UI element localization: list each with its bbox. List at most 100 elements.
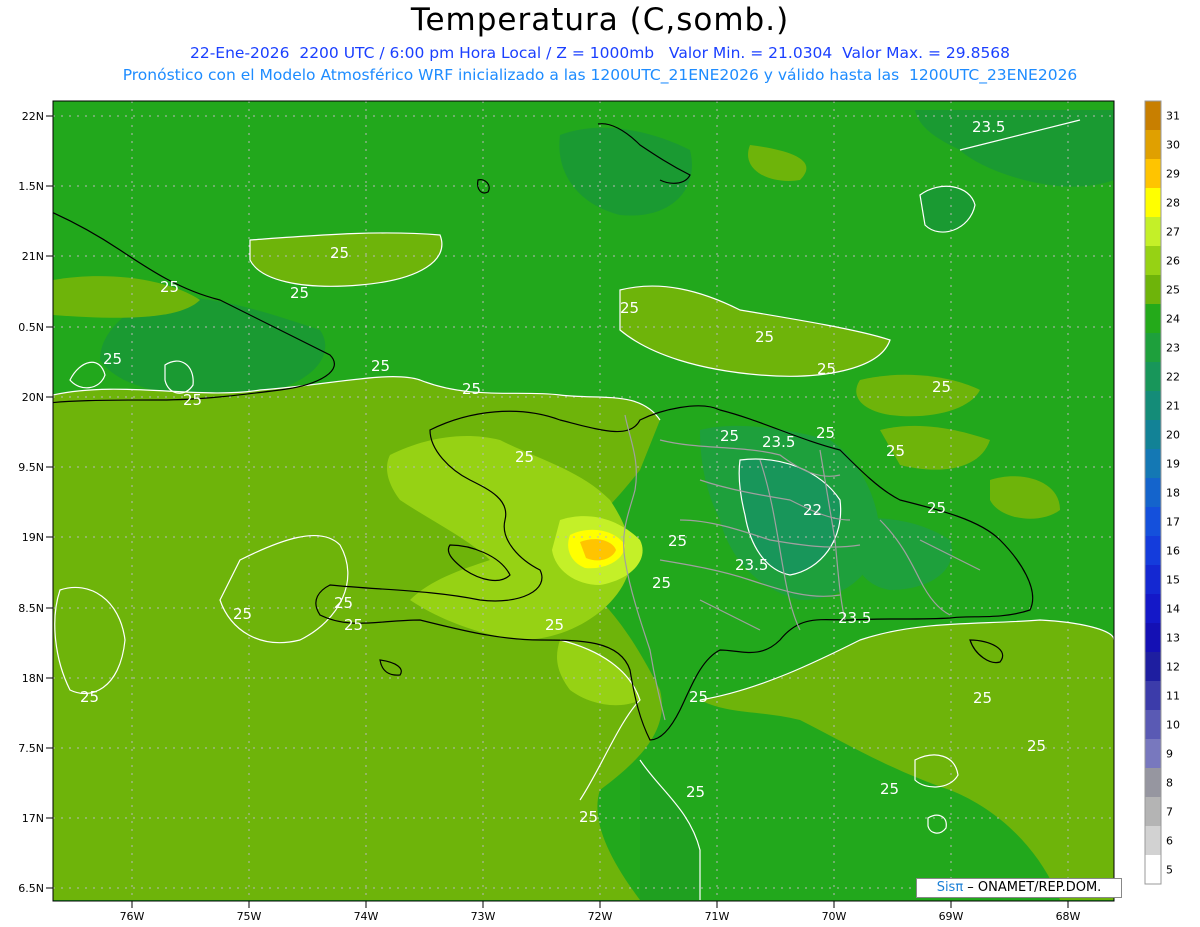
contour-label: 25	[652, 574, 671, 592]
contour-label: 25	[880, 780, 899, 798]
colorbar: 31 30 29 28 27 26 25 24 23 22 21 20 19 18 17 16 15 14 13 12…	[1144, 100, 1180, 885]
colorbar-label: 8	[1166, 777, 1173, 790]
colorbar-swatch	[1145, 217, 1161, 246]
colorbar-label: 20	[1166, 429, 1180, 442]
contour-label: 25	[330, 244, 349, 262]
contour-label: 25	[579, 808, 598, 826]
colorbar-label: 28	[1166, 197, 1180, 210]
colorbar-label: 18	[1166, 487, 1180, 500]
lon-tick-label: 76W	[120, 910, 145, 923]
colorbar-label: 19	[1166, 458, 1180, 471]
longitude-axis: 76W 75W 74W 73W 72W 71W 70W 69W 68W	[120, 901, 1081, 923]
lat-tick-label: 22N	[22, 110, 44, 123]
colorbar-label: 29	[1166, 168, 1180, 181]
colorbar-label: 31	[1166, 110, 1180, 123]
colorbar-label: 16	[1166, 545, 1180, 558]
lat-tick-label: 21N	[22, 250, 44, 263]
lat-tick-label: 18N	[22, 672, 44, 685]
colorbar-swatch	[1145, 333, 1161, 362]
contour-label: 25	[1027, 737, 1046, 755]
contour-label: 23.5	[838, 609, 871, 627]
contour-label: 23.5	[735, 556, 768, 574]
contour-label: 25	[668, 532, 687, 550]
colorbar-label: 15	[1166, 574, 1180, 587]
lat-tick-label: 17N	[22, 812, 44, 825]
contour-label: 25	[290, 284, 309, 302]
colorbar-swatch	[1145, 275, 1161, 304]
colorbar-label: 10	[1166, 719, 1180, 732]
lat-tick-label: 6.5N	[18, 882, 44, 895]
colorbar-swatch	[1145, 420, 1161, 449]
contour-label: 25	[334, 594, 353, 612]
contour-label: 25	[233, 605, 252, 623]
colorbar-label: 17	[1166, 516, 1180, 529]
colorbar-swatch	[1145, 246, 1161, 275]
colorbar-swatch	[1145, 710, 1161, 739]
lat-tick-label: 9.5N	[18, 461, 44, 474]
lon-tick-label: 75W	[237, 910, 262, 923]
colorbar-swatch	[1145, 652, 1161, 681]
contour-label: 25	[886, 442, 905, 460]
colorbar-swatch	[1145, 739, 1161, 768]
contour-label: 25	[755, 328, 774, 346]
lat-tick-label: 8.5N	[18, 602, 44, 615]
lat-tick-label: 7.5N	[18, 742, 44, 755]
contour-label: 25	[689, 688, 708, 706]
contour-label: 25	[183, 391, 202, 409]
contour-label: 25	[344, 616, 363, 634]
colorbar-label: 7	[1166, 806, 1173, 819]
colorbar-swatch	[1145, 101, 1161, 130]
colorbar-swatch	[1145, 768, 1161, 797]
colorbar-label: 6	[1166, 835, 1173, 848]
colorbar-swatch	[1145, 449, 1161, 478]
contour-label: 25	[620, 299, 639, 317]
colorbar-label: 25	[1166, 284, 1180, 297]
colorbar-label: 23	[1166, 342, 1180, 355]
contour-label: 25	[927, 499, 946, 517]
credit-box: Sisπ – ONAMET/REP.DOM.	[916, 878, 1122, 898]
lon-tick-label: 68W	[1056, 910, 1081, 923]
lat-tick-label: 0.5N	[18, 321, 44, 334]
colorbar-label: 24	[1166, 313, 1180, 326]
contour-label: 23.5	[762, 433, 795, 451]
contour-label: 25	[817, 360, 836, 378]
contour-label: 25	[515, 448, 534, 466]
colorbar-label: 13	[1166, 632, 1180, 645]
colorbar-label: 5	[1166, 864, 1173, 877]
lon-tick-label: 72W	[588, 910, 613, 923]
contour-label: 25	[160, 278, 179, 296]
contour-label: 25	[686, 783, 705, 801]
colorbar-swatch	[1145, 478, 1161, 507]
colorbar-swatch	[1145, 304, 1161, 333]
contour-label: 25	[816, 424, 835, 442]
contour-label: 25	[371, 357, 390, 375]
lon-tick-label: 73W	[471, 910, 496, 923]
colorbar-label: 27	[1166, 226, 1180, 239]
colorbar-swatch	[1145, 681, 1161, 710]
colorbar-label: 22	[1166, 371, 1180, 384]
lon-tick-label: 74W	[354, 910, 379, 923]
lat-tick-label: 20N	[22, 391, 44, 404]
colorbar-label: 26	[1166, 255, 1180, 268]
contour-label: 22	[803, 501, 822, 519]
colorbar-swatch	[1145, 826, 1161, 855]
temperature-map: 22N 1.5N 21N 0.5N 20N 9.5N 19N 8.5N 18N …	[18, 100, 1180, 923]
credit-brand: Sisπ	[936, 880, 964, 895]
colorbar-label: 11	[1166, 690, 1180, 703]
contour-label: 25	[545, 616, 564, 634]
colorbar-swatch	[1145, 188, 1161, 217]
colorbar-label: 14	[1166, 603, 1180, 616]
colorbar-swatch	[1145, 623, 1161, 652]
colorbar-swatch	[1145, 797, 1161, 826]
colorbar-label: 12	[1166, 661, 1180, 674]
lat-tick-label: 1.5N	[18, 180, 44, 193]
lon-tick-label: 70W	[822, 910, 847, 923]
lon-tick-label: 71W	[705, 910, 730, 923]
latitude-axis: 22N 1.5N 21N 0.5N 20N 9.5N 19N 8.5N 18N …	[18, 110, 53, 895]
colorbar-swatch	[1145, 855, 1161, 884]
colorbar-swatch	[1145, 362, 1161, 391]
colorbar-swatch	[1145, 391, 1161, 420]
colorbar-swatch	[1145, 594, 1161, 623]
contour-label: 25	[80, 688, 99, 706]
colorbar-swatch	[1145, 159, 1161, 188]
